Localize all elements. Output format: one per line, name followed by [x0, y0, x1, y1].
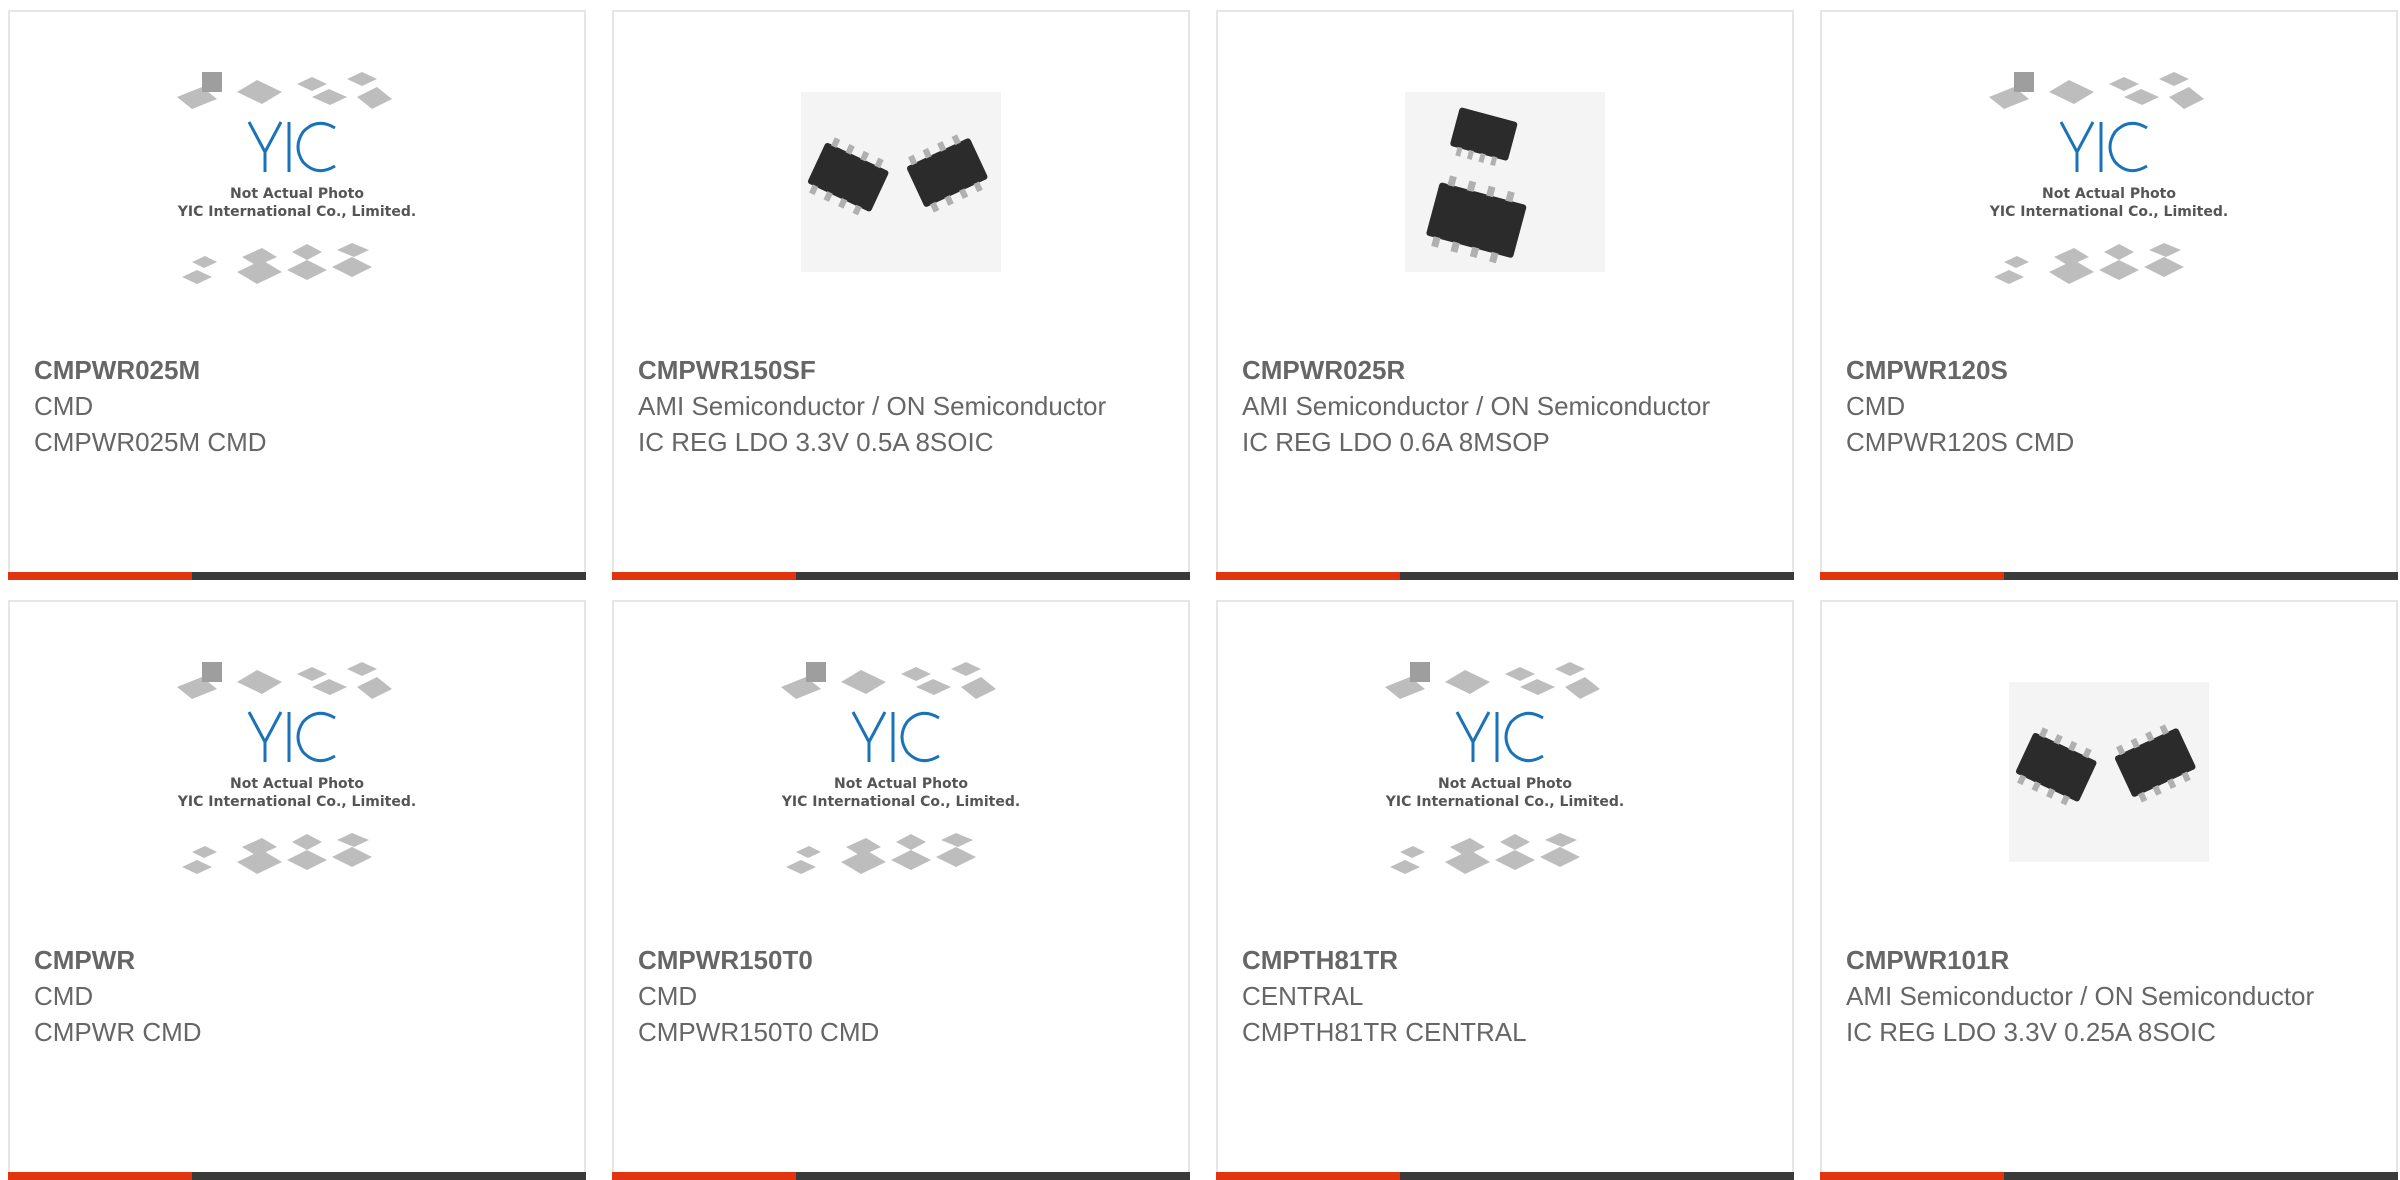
- description: CMPWR120S CMD: [1846, 427, 2075, 457]
- svg-text:Not Actual Photo: Not Actual Photo: [834, 776, 968, 792]
- part-number[interactable]: CMPWR120S: [1846, 352, 2372, 388]
- product-info: CMPWR025M CMD CMPWR025M CMD: [34, 352, 560, 460]
- description: IC REG LDO 3.3V 0.25A 8SOIC: [1846, 1017, 2216, 1047]
- manufacturer: AMI Semiconductor / ON Semiconductor: [1846, 981, 2315, 1011]
- card-accent-bar: [1216, 572, 1400, 580]
- product-card[interactable]: CMPWR025R AMI Semiconductor / ON Semicon…: [1216, 10, 1794, 580]
- manufacturer: CMD: [638, 981, 698, 1011]
- description: CMPWR025M CMD: [34, 427, 267, 457]
- description: IC REG LDO 3.3V 0.5A 8SOIC: [638, 427, 994, 457]
- product-info: CMPWR150SF AMI Semiconductor / ON Semico…: [638, 352, 1164, 460]
- yic-placeholder-image: Not Actual Photo YIC International Co., …: [781, 662, 1020, 874]
- product-card[interactable]: Not Actual Photo YIC International Co., …: [1820, 10, 2398, 580]
- card-accent-bar: [612, 572, 796, 580]
- product-card[interactable]: Not Actual Photo YIC International Co., …: [8, 10, 586, 580]
- card-bottom-bar: [8, 572, 586, 580]
- card-accent-bar: [612, 1172, 796, 1180]
- product-card[interactable]: Not Actual Photo YIC International Co., …: [8, 600, 586, 1180]
- chip-photo-image: [801, 92, 1001, 272]
- product-card[interactable]: Not Actual Photo YIC International Co., …: [1216, 600, 1794, 1180]
- card-bottom-bar: [1820, 572, 2398, 580]
- product-image: Not Actual Photo YIC International Co., …: [1218, 602, 1792, 942]
- part-number[interactable]: CMPWR101R: [1846, 942, 2372, 978]
- card-accent-bar: [1216, 1172, 1400, 1180]
- description: CMPWR CMD: [34, 1017, 202, 1047]
- product-info: CMPWR025R AMI Semiconductor / ON Semicon…: [1242, 352, 1768, 460]
- manufacturer: AMI Semiconductor / ON Semiconductor: [1242, 391, 1711, 421]
- svg-text:Not Actual Photo: Not Actual Photo: [230, 776, 364, 792]
- description: IC REG LDO 0.6A 8MSOP: [1242, 427, 1550, 457]
- part-number[interactable]: CMPWR025M: [34, 352, 560, 388]
- card-accent-bar: [1820, 1172, 2004, 1180]
- product-image: Not Actual Photo YIC International Co., …: [10, 602, 584, 942]
- product-info: CMPWR120S CMD CMPWR120S CMD: [1846, 352, 2372, 460]
- manufacturer: CENTRAL: [1242, 981, 1364, 1011]
- card-accent-bar: [8, 1172, 192, 1180]
- card-bottom-bar: [1216, 1172, 1794, 1180]
- product-image: Not Actual Photo YIC International Co., …: [614, 602, 1188, 942]
- part-number[interactable]: CMPWR150T0: [638, 942, 1164, 978]
- product-image: [1218, 12, 1792, 352]
- card-bottom-bar: [612, 572, 1190, 580]
- svg-text:Not Actual Photo: Not Actual Photo: [230, 186, 364, 202]
- svg-text:YIC International Co., Limited: YIC International Co., Limited.: [177, 204, 416, 220]
- yic-placeholder-image: Not Actual Photo YIC International Co., …: [177, 72, 416, 284]
- product-card[interactable]: CMPWR150SF AMI Semiconductor / ON Semico…: [612, 10, 1190, 580]
- product-info: CMPTH81TR CENTRAL CMPTH81TR CENTRAL: [1242, 942, 1768, 1050]
- card-bottom-bar: [1216, 572, 1794, 580]
- part-number[interactable]: CMPWR025R: [1242, 352, 1768, 388]
- description: CMPTH81TR CENTRAL: [1242, 1017, 1527, 1047]
- svg-text:Not Actual Photo: Not Actual Photo: [2042, 186, 2176, 202]
- manufacturer: CMD: [34, 981, 94, 1011]
- svg-text:YIC International Co., Limited: YIC International Co., Limited.: [177, 794, 416, 810]
- product-image: Not Actual Photo YIC International Co., …: [1822, 12, 2396, 352]
- product-image: Not Actual Photo YIC International Co., …: [10, 12, 584, 352]
- yic-placeholder-image: Not Actual Photo YIC International Co., …: [1989, 72, 2228, 284]
- svg-text:YIC International Co., Limited: YIC International Co., Limited.: [1385, 794, 1624, 810]
- product-grid: Not Actual Photo YIC International Co., …: [0, 0, 2400, 1180]
- chip-photo-image: [2009, 682, 2209, 862]
- yic-placeholder-image: Not Actual Photo YIC International Co., …: [1385, 662, 1624, 874]
- card-accent-bar: [1820, 572, 2004, 580]
- description: CMPWR150T0 CMD: [638, 1017, 880, 1047]
- product-info: CMPWR CMD CMPWR CMD: [34, 942, 560, 1050]
- svg-text:YIC International Co., Limited: YIC International Co., Limited.: [1989, 204, 2228, 220]
- product-image: [614, 12, 1188, 352]
- card-bottom-bar: [1820, 1172, 2398, 1180]
- product-info: CMPWR101R AMI Semiconductor / ON Semicon…: [1846, 942, 2372, 1050]
- part-number[interactable]: CMPWR: [34, 942, 560, 978]
- yic-placeholder-image: Not Actual Photo YIC International Co., …: [177, 662, 416, 874]
- product-card[interactable]: CMPWR101R AMI Semiconductor / ON Semicon…: [1820, 600, 2398, 1180]
- card-bottom-bar: [612, 1172, 1190, 1180]
- manufacturer: CMD: [34, 391, 94, 421]
- svg-text:Not Actual Photo: Not Actual Photo: [1438, 776, 1572, 792]
- part-number[interactable]: CMPTH81TR: [1242, 942, 1768, 978]
- manufacturer: AMI Semiconductor / ON Semiconductor: [638, 391, 1107, 421]
- product-image: [1822, 602, 2396, 942]
- product-info: CMPWR150T0 CMD CMPWR150T0 CMD: [638, 942, 1164, 1050]
- card-accent-bar: [8, 572, 192, 580]
- svg-text:YIC International Co., Limited: YIC International Co., Limited.: [781, 794, 1020, 810]
- manufacturer: CMD: [1846, 391, 1906, 421]
- product-card[interactable]: Not Actual Photo YIC International Co., …: [612, 600, 1190, 1180]
- chip-photo-image: [1405, 92, 1605, 272]
- card-bottom-bar: [8, 1172, 586, 1180]
- part-number[interactable]: CMPWR150SF: [638, 352, 1164, 388]
